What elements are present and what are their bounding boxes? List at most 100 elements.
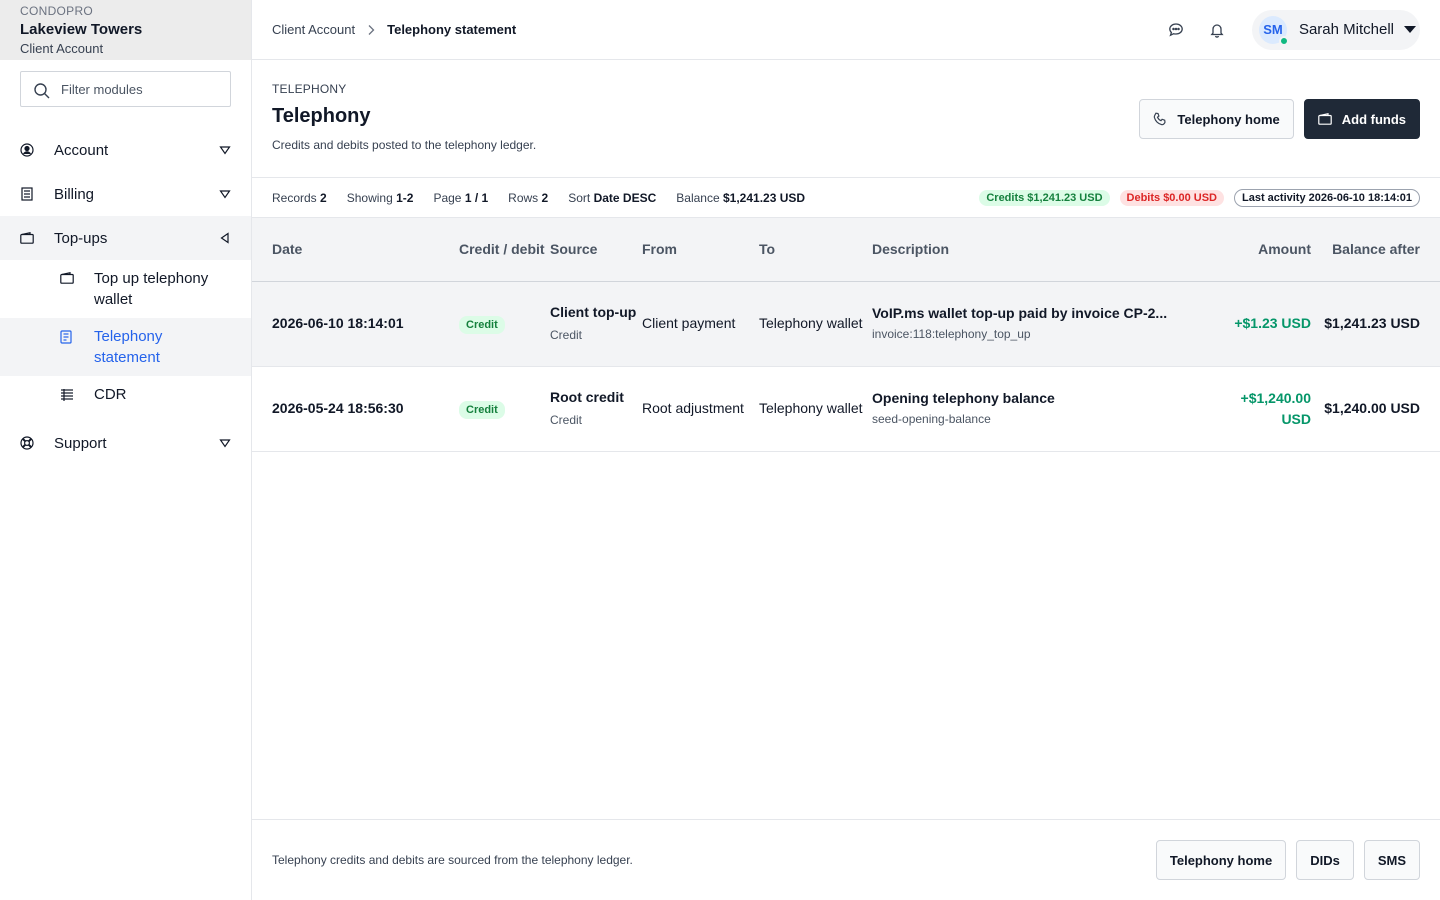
- online-status-dot: [1278, 35, 1289, 46]
- chat-icon[interactable]: [1162, 16, 1190, 44]
- source-label: Client top-up: [550, 303, 637, 320]
- sidebar-subitem-telephony-statement[interactable]: Telephony statement: [0, 318, 251, 376]
- user-menu[interactable]: SM Sarah Mitchell: [1251, 9, 1420, 50]
- lifebuoy-icon: [20, 436, 34, 450]
- filter-modules-field[interactable]: [20, 71, 231, 107]
- page-footer: Telephony credits and debits are sourced…: [252, 819, 1440, 900]
- chevron-down-icon: [219, 188, 231, 200]
- table-header-row: Date Credit / debit Source From To Descr…: [252, 218, 1440, 281]
- table-row[interactable]: 2026-06-10 18:14:01 Credit Client top-up…: [252, 281, 1440, 366]
- column-header-description[interactable]: Description: [872, 218, 1217, 281]
- source-label: Root credit: [550, 388, 624, 405]
- column-header-from[interactable]: From: [642, 218, 759, 281]
- credit-badge: Credit: [459, 401, 505, 419]
- footer-sms-button[interactable]: SMS: [1363, 840, 1420, 880]
- cell-description: VoIP.ms wallet top-up paid by invoice CP…: [872, 281, 1217, 366]
- list-icon: [60, 388, 74, 402]
- page-kicker: TELEPHONY: [272, 82, 347, 96]
- column-header-balance-after[interactable]: Balance after: [1311, 218, 1440, 281]
- chevron-down-icon: [219, 144, 231, 156]
- footer-actions: Telephony home DIDs SMS: [1146, 840, 1420, 880]
- stat-showing: Showing 1-2: [346, 190, 414, 205]
- sidebar-item-label: Support: [54, 434, 107, 452]
- chevron-down-icon: [219, 437, 231, 449]
- column-header-date[interactable]: Date: [252, 218, 459, 281]
- stat-rows: Rows 2: [508, 190, 549, 205]
- description-reference: invoice:118:telephony_top_up: [872, 326, 1031, 341]
- stat-page: Page 1 / 1: [433, 190, 489, 205]
- stats-chips: Credits $1,241.23 USD Debits $0.00 USD L…: [969, 188, 1420, 207]
- stat-sort: Sort Date DESC: [568, 190, 657, 205]
- description-reference: seed-opening-balance: [872, 411, 991, 426]
- sidebar-item-support[interactable]: Support: [0, 421, 251, 465]
- top-ups-submenu: Top up telephony wallet Telephony statem…: [0, 260, 251, 413]
- brand-subtitle: Client Account: [20, 41, 104, 56]
- sidebar-item-label: Billing: [54, 185, 95, 203]
- brand-kicker: CONDOPRO: [20, 4, 94, 18]
- cell-to: Telephony wallet: [759, 400, 863, 416]
- stat-balance: Balance $1,241.23 USD: [676, 190, 806, 205]
- bell-icon[interactable]: [1203, 16, 1231, 44]
- cell-credit-debit: Credit: [459, 366, 550, 451]
- footer-dids-button[interactable]: DIDs: [1296, 840, 1354, 880]
- avatar: SM: [1258, 15, 1289, 46]
- credits-badge: Credits $1,241.23 USD: [979, 189, 1110, 206]
- wallet-icon: [60, 272, 74, 286]
- sidebar-item-account[interactable]: Account: [0, 128, 251, 172]
- brand-name: Lakeview Towers: [20, 21, 143, 38]
- column-header-to[interactable]: To: [759, 218, 872, 281]
- cell-from: Client payment: [642, 315, 736, 331]
- source-sublabel: Credit: [550, 412, 583, 427]
- page-description: Credits and debits posted to the telepho…: [272, 138, 537, 152]
- sidebar-subitem-label: Telephony statement: [94, 328, 163, 366]
- cell-source: Root credit Credit: [550, 366, 642, 451]
- description-label: VoIP.ms wallet top-up paid by invoice CP…: [872, 304, 1168, 321]
- telephony-home-label: Telephony home: [1177, 111, 1280, 127]
- brand-block: CONDOPRO Lakeview Towers Client Account: [0, 0, 251, 60]
- description-label: Opening telephony balance: [872, 389, 1055, 406]
- sidebar: CONDOPRO Lakeview Towers Client Account …: [0, 0, 252, 900]
- search-icon: [34, 83, 50, 99]
- receipt-icon: [20, 187, 34, 201]
- wallet-icon: [20, 231, 34, 245]
- cell-source: Client top-up Credit: [550, 281, 642, 366]
- last-activity-badge: Last activity 2026-06-10 18:14:01: [1234, 188, 1420, 207]
- cell-amount: +$1,240.00 USD: [1240, 389, 1311, 427]
- document-icon: [60, 330, 74, 344]
- user-circle-icon: [20, 143, 34, 157]
- sidebar-item-top-ups[interactable]: Top-ups: [0, 216, 251, 260]
- telephony-home-button[interactable]: Telephony home: [1139, 99, 1294, 139]
- cell-balance-after: $1,240.00 USD: [1324, 400, 1420, 416]
- breadcrumb-client-account[interactable]: Client Account: [272, 22, 355, 37]
- column-header-credit-debit[interactable]: Credit / debit: [459, 218, 550, 281]
- caret-down-icon: [1404, 21, 1416, 39]
- main-content: TELEPHONY Telephony Credits and debits p…: [252, 60, 1440, 900]
- filter-modules-input[interactable]: [61, 81, 221, 97]
- column-header-amount[interactable]: Amount: [1217, 218, 1311, 281]
- breadcrumb-current: Telephony statement: [387, 22, 517, 37]
- chevron-left-icon: [219, 232, 231, 244]
- statement-table: Date Credit / debit Source From To Descr…: [252, 218, 1440, 452]
- cell-description: Opening telephony balance seed-opening-b…: [872, 366, 1217, 451]
- sidebar-subitem-cdr[interactable]: CDR: [0, 376, 251, 413]
- cell-amount: +$1.23 USD: [1234, 315, 1311, 331]
- table-row[interactable]: 2026-05-24 18:56:30 Credit Root credit C…: [252, 366, 1440, 451]
- topbar: Client Account Telephony statement SM Sa…: [252, 0, 1440, 60]
- debits-badge: Debits $0.00 USD: [1119, 189, 1224, 206]
- footer-telephony-home-button[interactable]: Telephony home: [1155, 840, 1287, 880]
- wallet-icon: [1317, 113, 1332, 125]
- source-sublabel: Credit: [550, 327, 583, 342]
- sidebar-item-label: Account: [54, 141, 109, 159]
- add-funds-button[interactable]: Add funds: [1303, 99, 1420, 139]
- phone-icon: [1154, 112, 1167, 126]
- sidebar-item-billing[interactable]: Billing: [0, 172, 251, 216]
- sidebar-subitem-top-up-telephony-wallet[interactable]: Top up telephony wallet: [0, 260, 251, 318]
- sidebar-subitem-label: Top up telephony wallet: [94, 270, 209, 308]
- page-header: TELEPHONY Telephony Credits and debits p…: [252, 60, 1440, 178]
- stats-bar: Records 2 Showing 1-2 Page 1 / 1 Rows 2 …: [252, 178, 1440, 218]
- sidebar-subitem-label: CDR: [94, 386, 127, 403]
- sidebar-nav: Account Billing Top-ups Top up telephony…: [0, 128, 251, 465]
- cell-to: Telephony wallet: [759, 315, 863, 331]
- column-header-source[interactable]: Source: [550, 218, 642, 281]
- cell-from: Root adjustment: [642, 400, 744, 416]
